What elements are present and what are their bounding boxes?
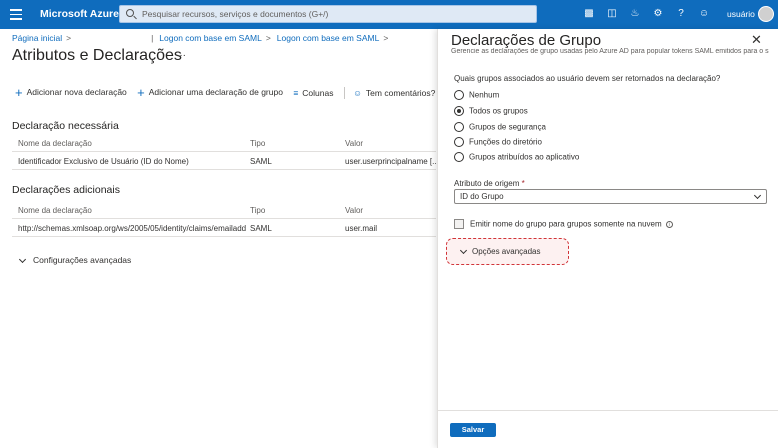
claim-type: SAML	[250, 224, 272, 233]
radio-label: Grupos atribuídos ao aplicativo	[469, 152, 580, 162]
help-icon[interactable]: ?	[675, 8, 687, 20]
breadcrumb: Página inicial > | Logon com base em SAML > L…	[12, 33, 389, 43]
breadcrumb-home[interactable]: Página inicial	[12, 33, 62, 43]
add-group-claim-button[interactable]: + Adicionar uma declaração de grupo	[137, 85, 283, 100]
panel-subtitle: Gerencie as declarações de grupo usadas …	[451, 48, 769, 55]
advanced-options-label: Opções avançadas	[472, 247, 541, 256]
advanced-settings-label: Configurações avançadas	[33, 255, 132, 265]
cloud-only-label: Emitir nome do grupo para grupos somente…	[470, 219, 662, 229]
radio-circle-icon	[454, 122, 464, 132]
search-icon	[126, 9, 134, 17]
chevron-down-icon	[459, 247, 468, 255]
info-icon[interactable]: i	[665, 220, 673, 228]
radio-app-groups[interactable]: Grupos atribuídos ao aplicativo	[454, 152, 579, 164]
page-title: Atributos e Declarações	[12, 47, 182, 64]
bell-icon[interactable]: ♨	[629, 8, 641, 20]
additional-table-header: Nome da declaração Tipo Valor	[12, 202, 436, 219]
directory-filter-icon[interactable]: ◫	[606, 8, 618, 20]
top-bar: Microsoft Azure Pesquisar recursos, serv…	[0, 0, 778, 29]
required-claim-heading: Declaração necessária	[12, 120, 119, 132]
command-bar: + Adicionar nova declaração + Adicionar um…	[15, 85, 443, 100]
column-header: Nome da declaração	[18, 206, 92, 215]
chevron-down-icon	[753, 191, 762, 200]
panel-title: Declarações de Grupo	[451, 32, 602, 49]
claim-name: Identificador Exclusivo de Usuário (ID d…	[18, 157, 189, 166]
radio-label: Nenhum	[469, 90, 500, 100]
table-row[interactable]: http://schemas.xmlsoap.org/ws/2005/05/id…	[12, 220, 436, 237]
toolbar-divider	[343, 86, 345, 99]
feedback-icon: ☺	[353, 87, 362, 98]
radio-label: Grupos de segurança	[469, 122, 546, 132]
more-options-button[interactable]: ···	[176, 50, 186, 61]
save-button[interactable]: Salvar	[450, 423, 496, 437]
hamburger-menu-icon[interactable]	[10, 9, 22, 20]
radio-all-groups[interactable]: Todos os grupos	[454, 106, 528, 118]
add-group-claim-label: Adicionar uma declaração de grupo	[148, 87, 283, 97]
plus-icon: +	[15, 85, 23, 100]
breadcrumb-saml-1[interactable]: Logon com base em SAML	[159, 33, 262, 43]
columns-button[interactable]: ≡ Colunas	[293, 88, 333, 98]
columns-icon: ≡	[293, 87, 299, 98]
feedback-icon[interactable]: ☺	[698, 8, 710, 20]
radio-security-groups[interactable]: Grupos de segurança	[454, 122, 546, 134]
additional-claims-heading: Declarações adicionais	[12, 184, 120, 196]
search-placeholder: Pesquisar recursos, serviços e documento…	[142, 9, 329, 19]
avatar[interactable]	[758, 6, 774, 22]
radio-directory-roles[interactable]: Funções do diretório	[454, 137, 542, 149]
feedback-label: Tem comentários?	[365, 87, 436, 98]
radio-selected-icon	[454, 106, 464, 116]
radio-circle-icon	[454, 137, 464, 147]
radio-circle-icon	[454, 90, 464, 100]
source-attribute-dropdown[interactable]: ID do Grupo	[454, 189, 767, 204]
claim-value: user.userprincipalname [...	[345, 157, 437, 166]
cloud-shell-icon[interactable]: ▩	[583, 8, 595, 20]
radio-circle-icon	[454, 152, 464, 162]
gear-icon[interactable]: ⚙	[652, 8, 664, 20]
source-attribute-text: Atributo de origem	[454, 179, 520, 188]
group-claims-panel: Declarações de Grupo ✕ Gerencie as decla…	[437, 29, 778, 448]
feedback-button[interactable]: ☺ Tem comentários?	[353, 88, 435, 98]
column-header: Valor	[345, 139, 364, 148]
claim-name: http://schemas.xmlsoap.org/ws/2005/05/id…	[18, 224, 246, 233]
table-row[interactable]: Identificador Exclusivo de Usuário (ID d…	[12, 153, 437, 170]
columns-label: Colunas	[302, 87, 334, 98]
search-input[interactable]: Pesquisar recursos, serviços e documento…	[119, 5, 537, 23]
checkbox-icon	[454, 219, 464, 229]
column-header: Nome da declaração	[18, 139, 92, 148]
advanced-options-toggle[interactable]: Opções avançadas	[446, 238, 569, 265]
cloud-only-checkbox[interactable]: Emitir nome do grupo para grupos somente…	[454, 219, 673, 229]
claim-type: SAML	[250, 157, 272, 166]
add-claim-label: Adicionar nova declaração	[26, 87, 127, 97]
groups-question: Quais grupos associados ao usuário devem…	[454, 74, 721, 83]
source-attribute-label: Atributo de origem *	[454, 179, 525, 188]
panel-footer-divider	[438, 410, 778, 411]
radio-label: Funções do diretório	[469, 137, 542, 147]
column-header: Valor	[345, 206, 364, 215]
chevron-down-icon	[18, 256, 27, 264]
claim-value: user.mail	[345, 224, 378, 233]
close-icon[interactable]: ✕	[751, 32, 762, 48]
radio-none[interactable]: Nenhum	[454, 90, 499, 102]
radio-label: Todos os grupos	[469, 106, 528, 116]
brand-title[interactable]: Microsoft Azure	[40, 8, 119, 20]
advanced-settings-toggle[interactable]: Configurações avançadas	[18, 255, 131, 265]
required-table-header: Nome da declaração Tipo Valor	[12, 135, 436, 152]
column-header: Tipo	[250, 139, 266, 148]
source-attribute-value: ID do Grupo	[460, 192, 504, 201]
column-header: Tipo	[250, 206, 266, 215]
plus-icon: +	[137, 85, 145, 100]
required-mark: *	[521, 179, 525, 188]
user-name[interactable]: usuário	[727, 9, 755, 19]
add-claim-button[interactable]: + Adicionar nova declaração	[15, 85, 127, 100]
breadcrumb-saml-2[interactable]: Logon com base em SAML	[277, 33, 380, 43]
